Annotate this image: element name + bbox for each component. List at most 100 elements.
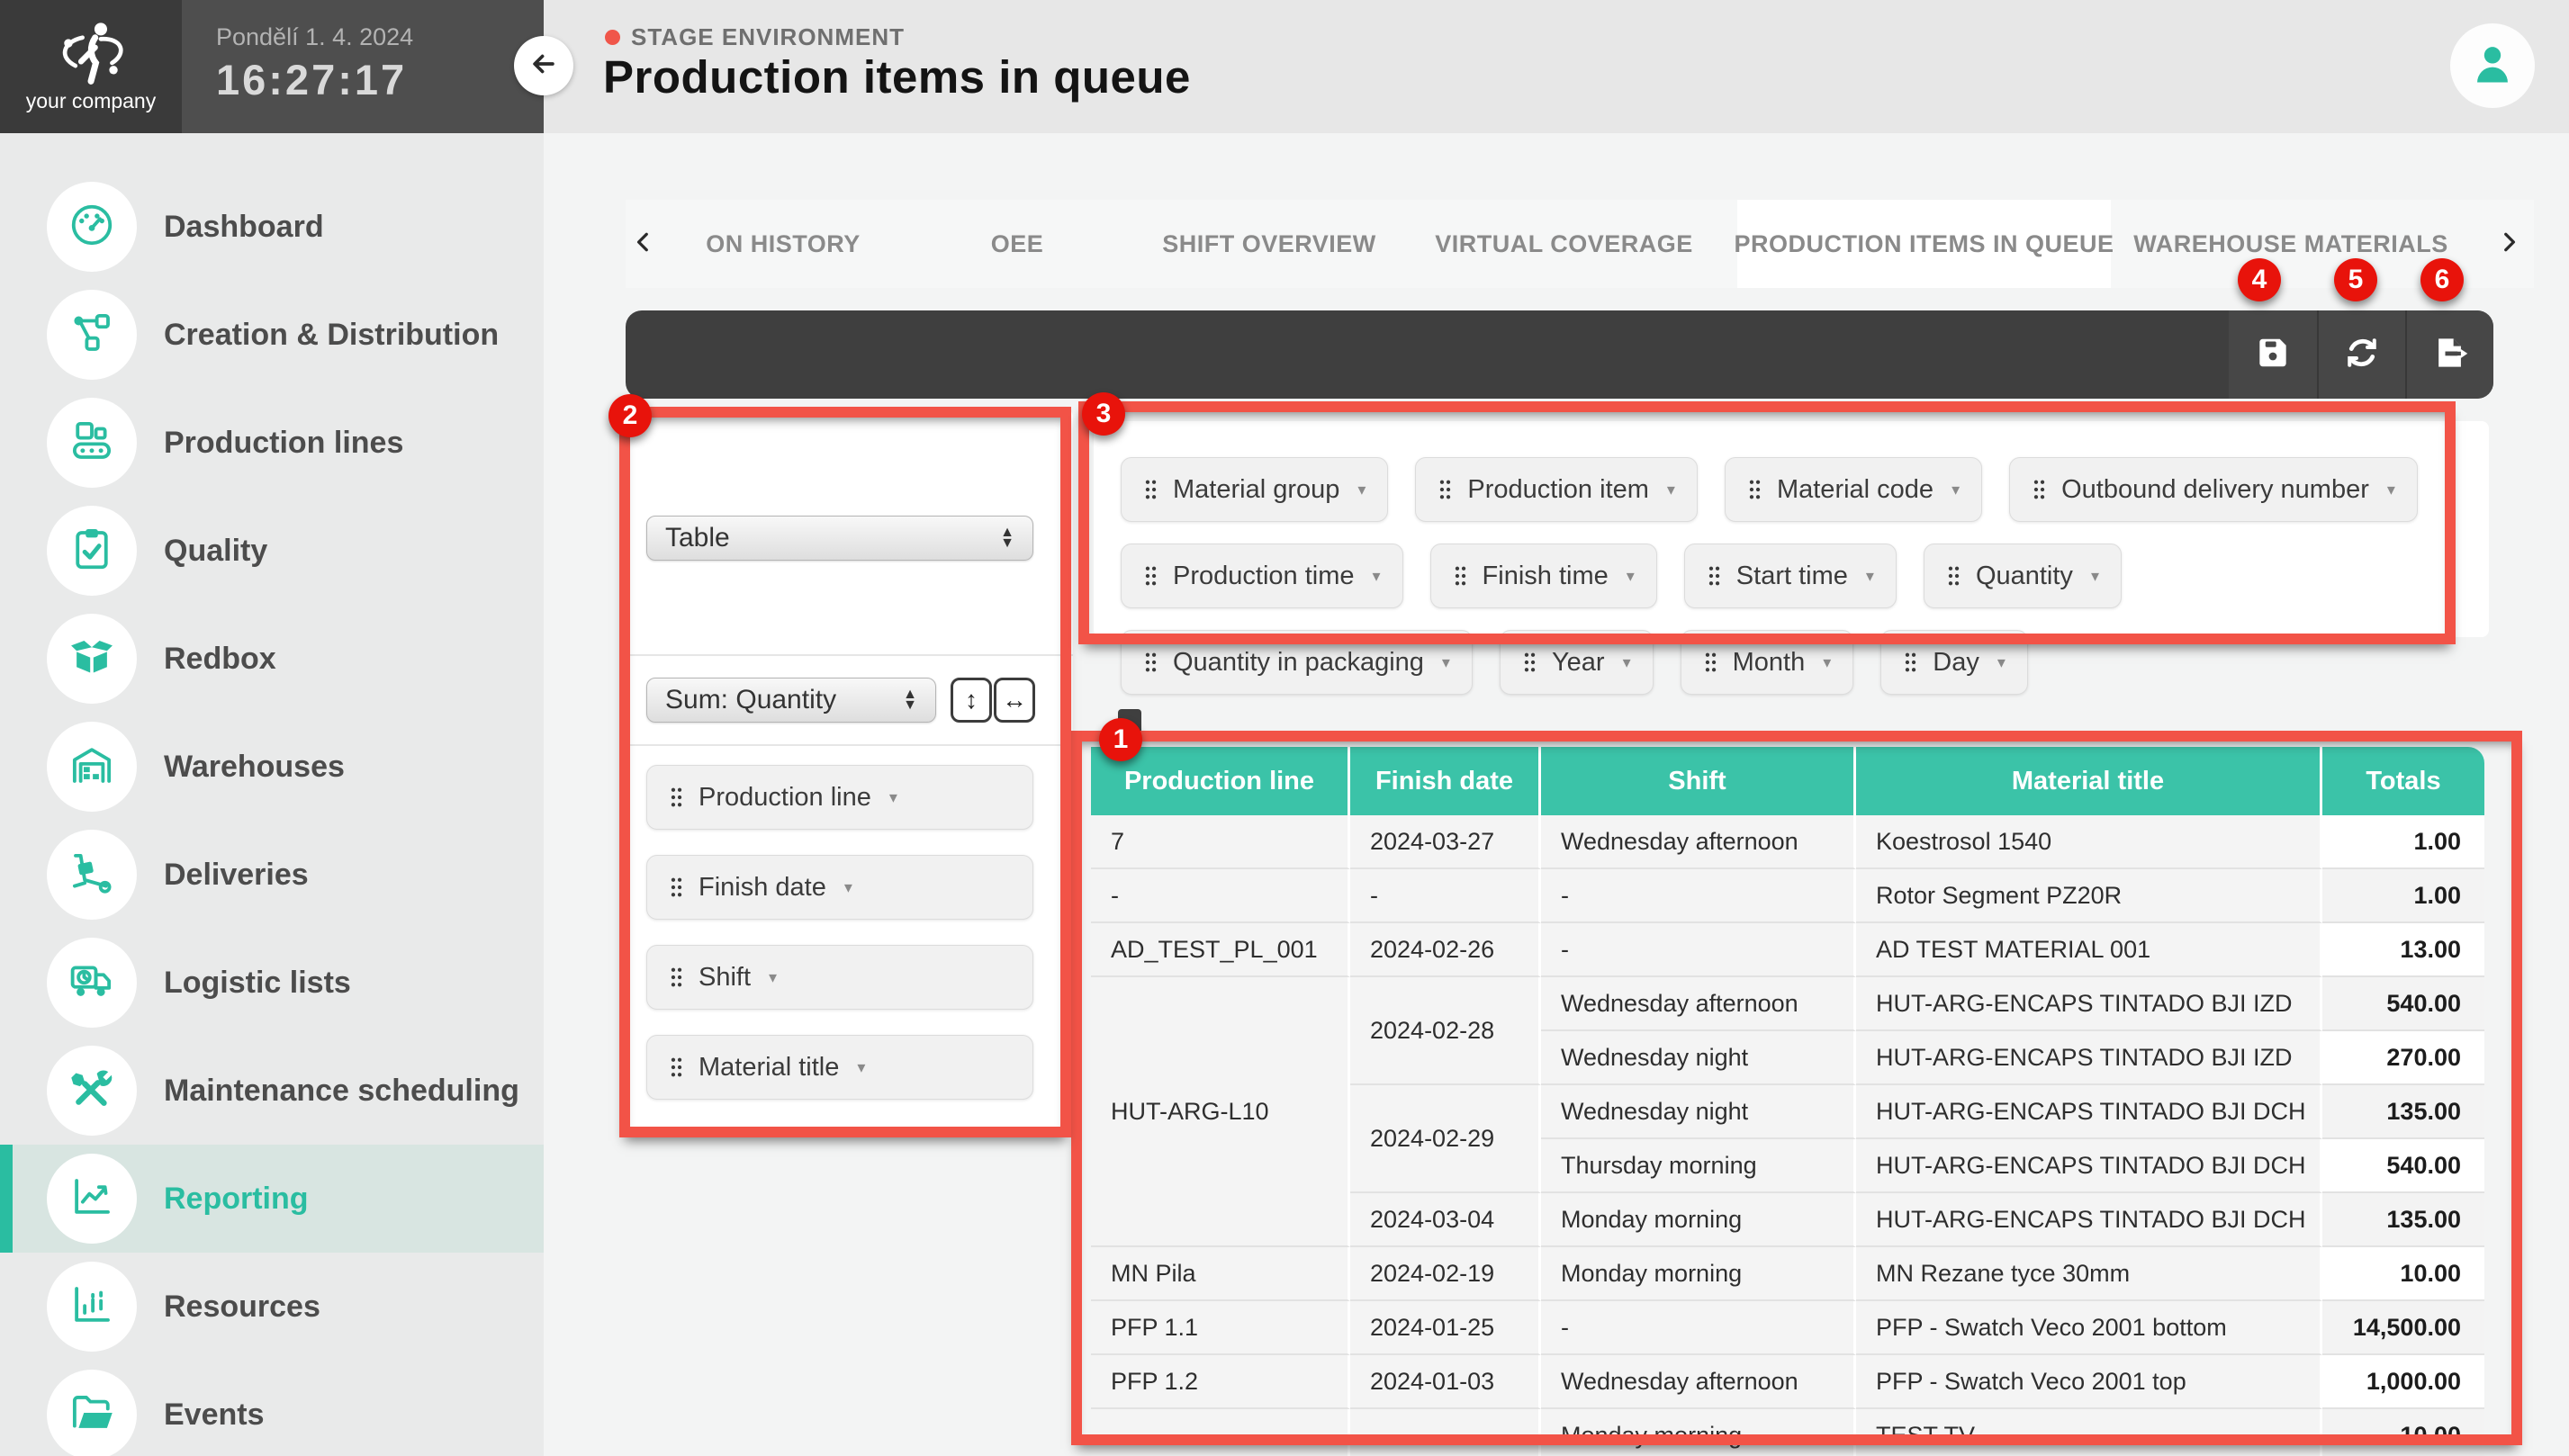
chevron-down-icon[interactable]: ▾ — [1667, 481, 1675, 499]
field-production-item[interactable]: Production item ▾ — [1415, 457, 1698, 522]
tab-on-history[interactable]: ON HISTORY — [666, 200, 900, 288]
chevron-down-icon[interactable]: ▾ — [2091, 567, 2099, 586]
cell-shift: - — [1541, 923, 1856, 977]
cell-material-title: HUT-ARG-ENCAPS TINTADO BJI IZD — [1856, 1031, 2322, 1085]
sidebar-item-warehouses[interactable]: Warehouses — [0, 713, 544, 821]
save-button[interactable] — [2229, 310, 2317, 399]
chevron-down-icon[interactable]: ▾ — [1373, 567, 1381, 586]
sidebar-item-production-lines[interactable]: Production lines — [0, 389, 544, 497]
sidebar-item-events[interactable]: Events — [0, 1361, 544, 1456]
cell-production-line: MN Pila — [1091, 1247, 1350, 1301]
chevron-down-icon[interactable]: ▾ — [769, 968, 777, 987]
select-arrows-icon: ▲▼ — [892, 689, 917, 710]
column-header-shift[interactable]: Shift — [1541, 747, 1856, 815]
cell-material-title: AD TEST MATERIAL 001 — [1856, 923, 2322, 977]
table-row: PFP 1.2 2024-01-03 Wednesday afternoon P… — [1091, 1355, 2484, 1409]
tab-oee[interactable]: OEE — [914, 200, 1121, 288]
row-field-production-line[interactable]: Production line ▾ — [646, 765, 1033, 830]
field-label: Quantity — [1976, 562, 2073, 591]
scrollbar-thumb[interactable] — [1118, 709, 1141, 740]
row-field-finish-date[interactable]: Finish date ▾ — [646, 855, 1033, 920]
cell-finish-date: 2024-01-03 — [1350, 1355, 1541, 1409]
column-header-totals[interactable]: Totals — [2322, 747, 2484, 815]
aggregator-select[interactable]: Sum: Quantity ▲▼ — [646, 678, 936, 723]
row-field-material-title[interactable]: Material title ▾ — [646, 1035, 1033, 1100]
cell-total: 540.00 — [2322, 977, 2484, 1031]
column-header-finish-date[interactable]: Finish date — [1350, 747, 1541, 815]
field-day[interactable]: Day ▾ — [1880, 630, 2028, 695]
field-outbound-delivery-number[interactable]: Outbound delivery number ▾ — [2009, 457, 2418, 522]
cell-total: 270.00 — [2322, 1031, 2484, 1085]
drag-grip-icon — [1143, 651, 1158, 674]
arrow-up-down-icon: ↕ — [965, 686, 978, 715]
tabs-scroll-left[interactable] — [626, 200, 662, 288]
field-start-time[interactable]: Start time ▾ — [1684, 544, 1897, 608]
field-finish-time[interactable]: Finish time ▾ — [1430, 544, 1657, 608]
chevron-down-icon[interactable]: ▾ — [1952, 481, 1960, 499]
cell-production-line: PFP 1.2 — [1091, 1355, 1350, 1409]
cell-shift: - — [1541, 869, 1856, 923]
sidebar-item-quality[interactable]: Quality — [0, 497, 544, 605]
cell-finish-date: 2024-03-04 — [1350, 1193, 1541, 1247]
field-month[interactable]: Month ▾ — [1681, 630, 1854, 695]
renderer-select-value: Table — [665, 523, 730, 553]
chevron-down-icon[interactable]: ▾ — [2387, 481, 2395, 499]
cell-finish-date: 2024-03-27 — [1350, 815, 1541, 869]
chevron-down-icon[interactable]: ▾ — [1866, 567, 1874, 586]
renderer-select[interactable]: Table ▲▼ — [646, 516, 1033, 561]
sidebar-item-maintenance-scheduling[interactable]: Maintenance scheduling — [0, 1037, 544, 1145]
sidebar-item-deliveries[interactable]: Deliveries — [0, 821, 544, 929]
chevron-down-icon[interactable]: ▾ — [1997, 653, 2006, 672]
field-quantity[interactable]: Quantity ▾ — [1924, 544, 2122, 608]
tab-virtual-coverage[interactable]: VIRTUAL COVERAGE — [1418, 200, 1710, 288]
sidebar-item-creation-distribution[interactable]: Creation & Distribution — [0, 281, 544, 389]
row-field-shift[interactable]: Shift ▾ — [646, 945, 1033, 1010]
cell-total: 1.00 — [2322, 815, 2484, 869]
drag-grip-icon — [1143, 564, 1158, 588]
move-vertical-button[interactable]: ↕ — [951, 678, 992, 723]
column-header-production-line[interactable]: Production line — [1091, 747, 1350, 815]
cell-material-title: Koestrosol 1540 — [1856, 815, 2322, 869]
sidebar-item-logistic-lists[interactable]: Logistic lists — [0, 929, 544, 1037]
export-button[interactable] — [2405, 310, 2493, 399]
chevron-down-icon[interactable]: ▾ — [844, 878, 852, 897]
cell-material-title: MN Rezane tyce 30mm — [1856, 1247, 2322, 1301]
folder-open-icon — [68, 1389, 116, 1442]
chevron-down-icon[interactable]: ▾ — [1823, 653, 1831, 672]
field-label: Finish date — [699, 873, 826, 903]
chevron-down-icon[interactable]: ▾ — [1623, 653, 1631, 672]
sidebar-item-redbox[interactable]: Redbox — [0, 605, 544, 713]
field-label: Material code — [1777, 475, 1934, 505]
field-production-time[interactable]: Production time ▾ — [1121, 544, 1403, 608]
drag-grip-icon — [669, 876, 684, 899]
report-tabs: ON HISTORY OEE SHIFT OVERVIEW VIRTUAL CO… — [626, 200, 2534, 288]
tab-production-items-in-queue[interactable]: PRODUCTION ITEMS IN QUEUE — [1737, 200, 2111, 288]
field-label: Material group — [1173, 475, 1339, 505]
drag-grip-icon — [1703, 651, 1718, 674]
chevron-down-icon[interactable]: ▾ — [1442, 653, 1450, 672]
field-quantity-in-packaging[interactable]: Quantity in packaging ▾ — [1121, 630, 1473, 695]
cell-material-title: PFP - Swatch Veco 2001 top — [1856, 1355, 2322, 1409]
chevron-down-icon[interactable]: ▾ — [1627, 567, 1635, 586]
sidebar-item-reporting[interactable]: Reporting — [0, 1145, 544, 1253]
chevron-down-icon[interactable]: ▾ — [1357, 481, 1366, 499]
chevron-down-icon[interactable]: ▾ — [889, 788, 897, 807]
refresh-icon — [2342, 333, 2382, 377]
field-material-group[interactable]: Material group ▾ — [1121, 457, 1388, 522]
cell-production-line: HUT-ARG-L10 — [1091, 977, 1350, 1247]
field-material-code[interactable]: Material code ▾ — [1725, 457, 1982, 522]
sidebar-item-resources[interactable]: Resources — [0, 1253, 544, 1361]
field-year[interactable]: Year ▾ — [1500, 630, 1654, 695]
sidebar-item-dashboard[interactable]: Dashboard — [0, 173, 544, 281]
chevron-down-icon[interactable]: ▾ — [857, 1058, 865, 1077]
refresh-button[interactable] — [2317, 310, 2405, 399]
column-header-material-title[interactable]: Material title — [1856, 747, 2322, 815]
tab-shift-overview[interactable]: SHIFT OVERVIEW — [1130, 200, 1409, 288]
tabs-scroll-right[interactable] — [2491, 200, 2527, 288]
back-button[interactable] — [514, 36, 573, 95]
cell-total: 10.00 — [2322, 1247, 2484, 1301]
move-horizontal-button[interactable]: ↔ — [994, 678, 1035, 723]
user-profile-button[interactable] — [2450, 23, 2535, 108]
cell-shift: Wednesday afternoon — [1541, 1355, 1856, 1409]
tab-warehouse-materials[interactable]: WAREHOUSE MATERIALS — [2120, 200, 2462, 288]
